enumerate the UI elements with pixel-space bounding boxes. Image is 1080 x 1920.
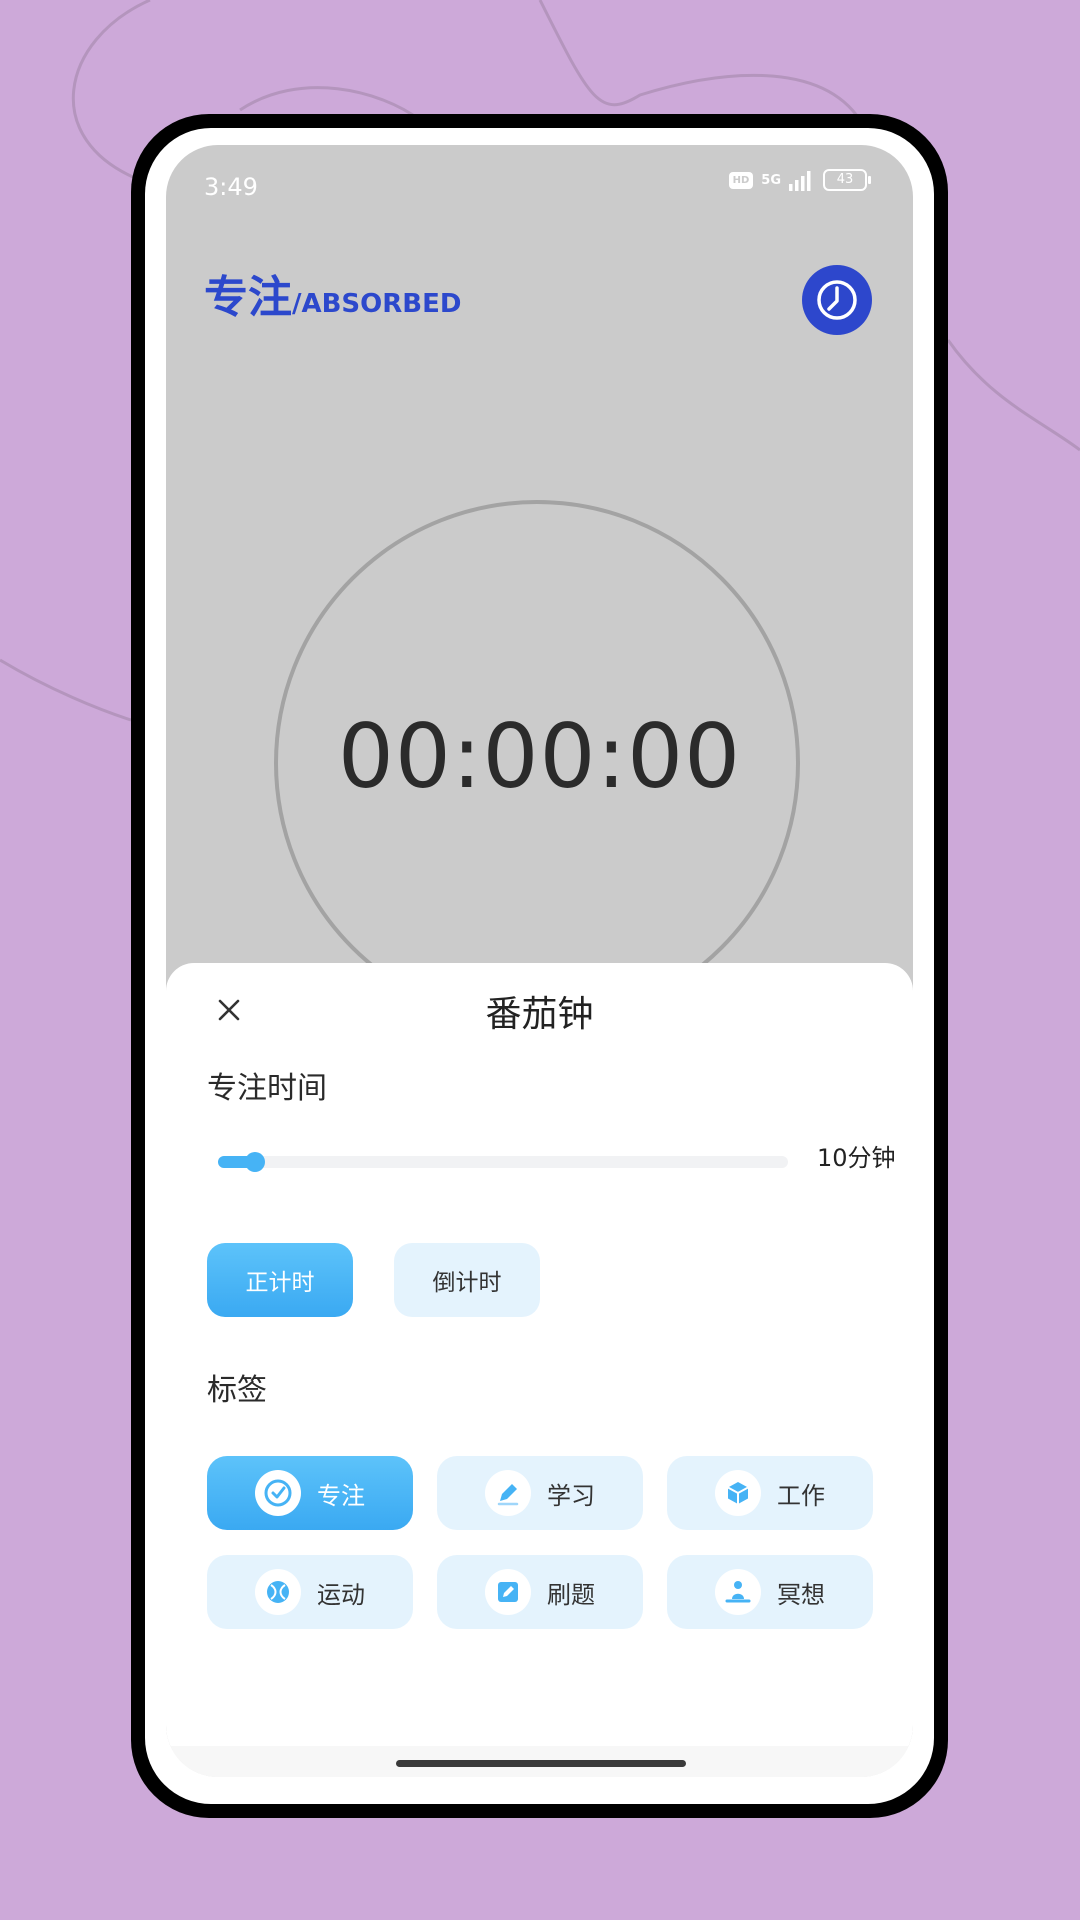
signal-icon: [789, 171, 811, 191]
tag-label: 冥想: [777, 1580, 825, 1609]
pencil-icon: [485, 1470, 531, 1516]
edit-note-icon: [485, 1569, 531, 1615]
cube-icon: [715, 1470, 761, 1516]
tag-work[interactable]: 工作: [667, 1456, 873, 1530]
tag-study[interactable]: 学习: [437, 1456, 643, 1530]
title-en: /ABSORBED: [292, 289, 462, 319]
tag-practice[interactable]: 刷题: [437, 1555, 643, 1629]
tags-label: 标签: [207, 1373, 267, 1408]
phone-screen: 3:49 HD 5G 43 专注 /ABSORBED 00:00:00 番茄钟 …: [166, 145, 913, 1777]
pomodoro-sheet: 番茄钟 专注时间 10分钟 正计时 倒计时 标签 专注 学习 工作 运动 刷题 …: [166, 963, 913, 1777]
network-type: 5G: [761, 172, 781, 188]
tag-label: 专注: [317, 1481, 365, 1510]
sheet-title: 番茄钟: [485, 994, 594, 1035]
title-cn: 专注: [204, 272, 292, 323]
slider-value: 10分钟: [817, 1144, 896, 1172]
mode-count-up-button[interactable]: 正计时: [207, 1243, 353, 1317]
tag-meditation[interactable]: 冥想: [667, 1555, 873, 1629]
status-icons: HD 5G 43: [728, 169, 871, 191]
tag-label: 学习: [547, 1481, 595, 1510]
page-title: 专注 /ABSORBED: [204, 261, 461, 325]
slider-thumb[interactable]: [245, 1152, 266, 1172]
focus-check-icon: [255, 1470, 301, 1516]
tag-label: 工作: [777, 1481, 825, 1510]
home-indicator[interactable]: [396, 1760, 686, 1767]
status-time: 3:49: [204, 173, 258, 201]
focus-time-slider[interactable]: [218, 1152, 788, 1172]
hd-badge: HD: [728, 171, 754, 189]
mode-countdown-button[interactable]: 倒计时: [394, 1243, 540, 1317]
history-button[interactable]: [802, 265, 872, 335]
battery-indicator: 43: [823, 169, 871, 191]
tag-sport[interactable]: 运动: [207, 1555, 413, 1629]
ball-icon: [255, 1569, 301, 1615]
tag-focus[interactable]: 专注: [207, 1456, 413, 1530]
tag-label: 运动: [317, 1580, 365, 1609]
meditation-icon: [715, 1569, 761, 1615]
timer-display: 00:00:00: [337, 705, 742, 808]
phone-frame: 3:49 HD 5G 43 专注 /ABSORBED 00:00:00 番茄钟 …: [131, 114, 948, 1818]
focus-time-label: 专注时间: [207, 1071, 327, 1106]
tag-label: 刷题: [547, 1580, 595, 1609]
clock-icon: [817, 280, 857, 320]
